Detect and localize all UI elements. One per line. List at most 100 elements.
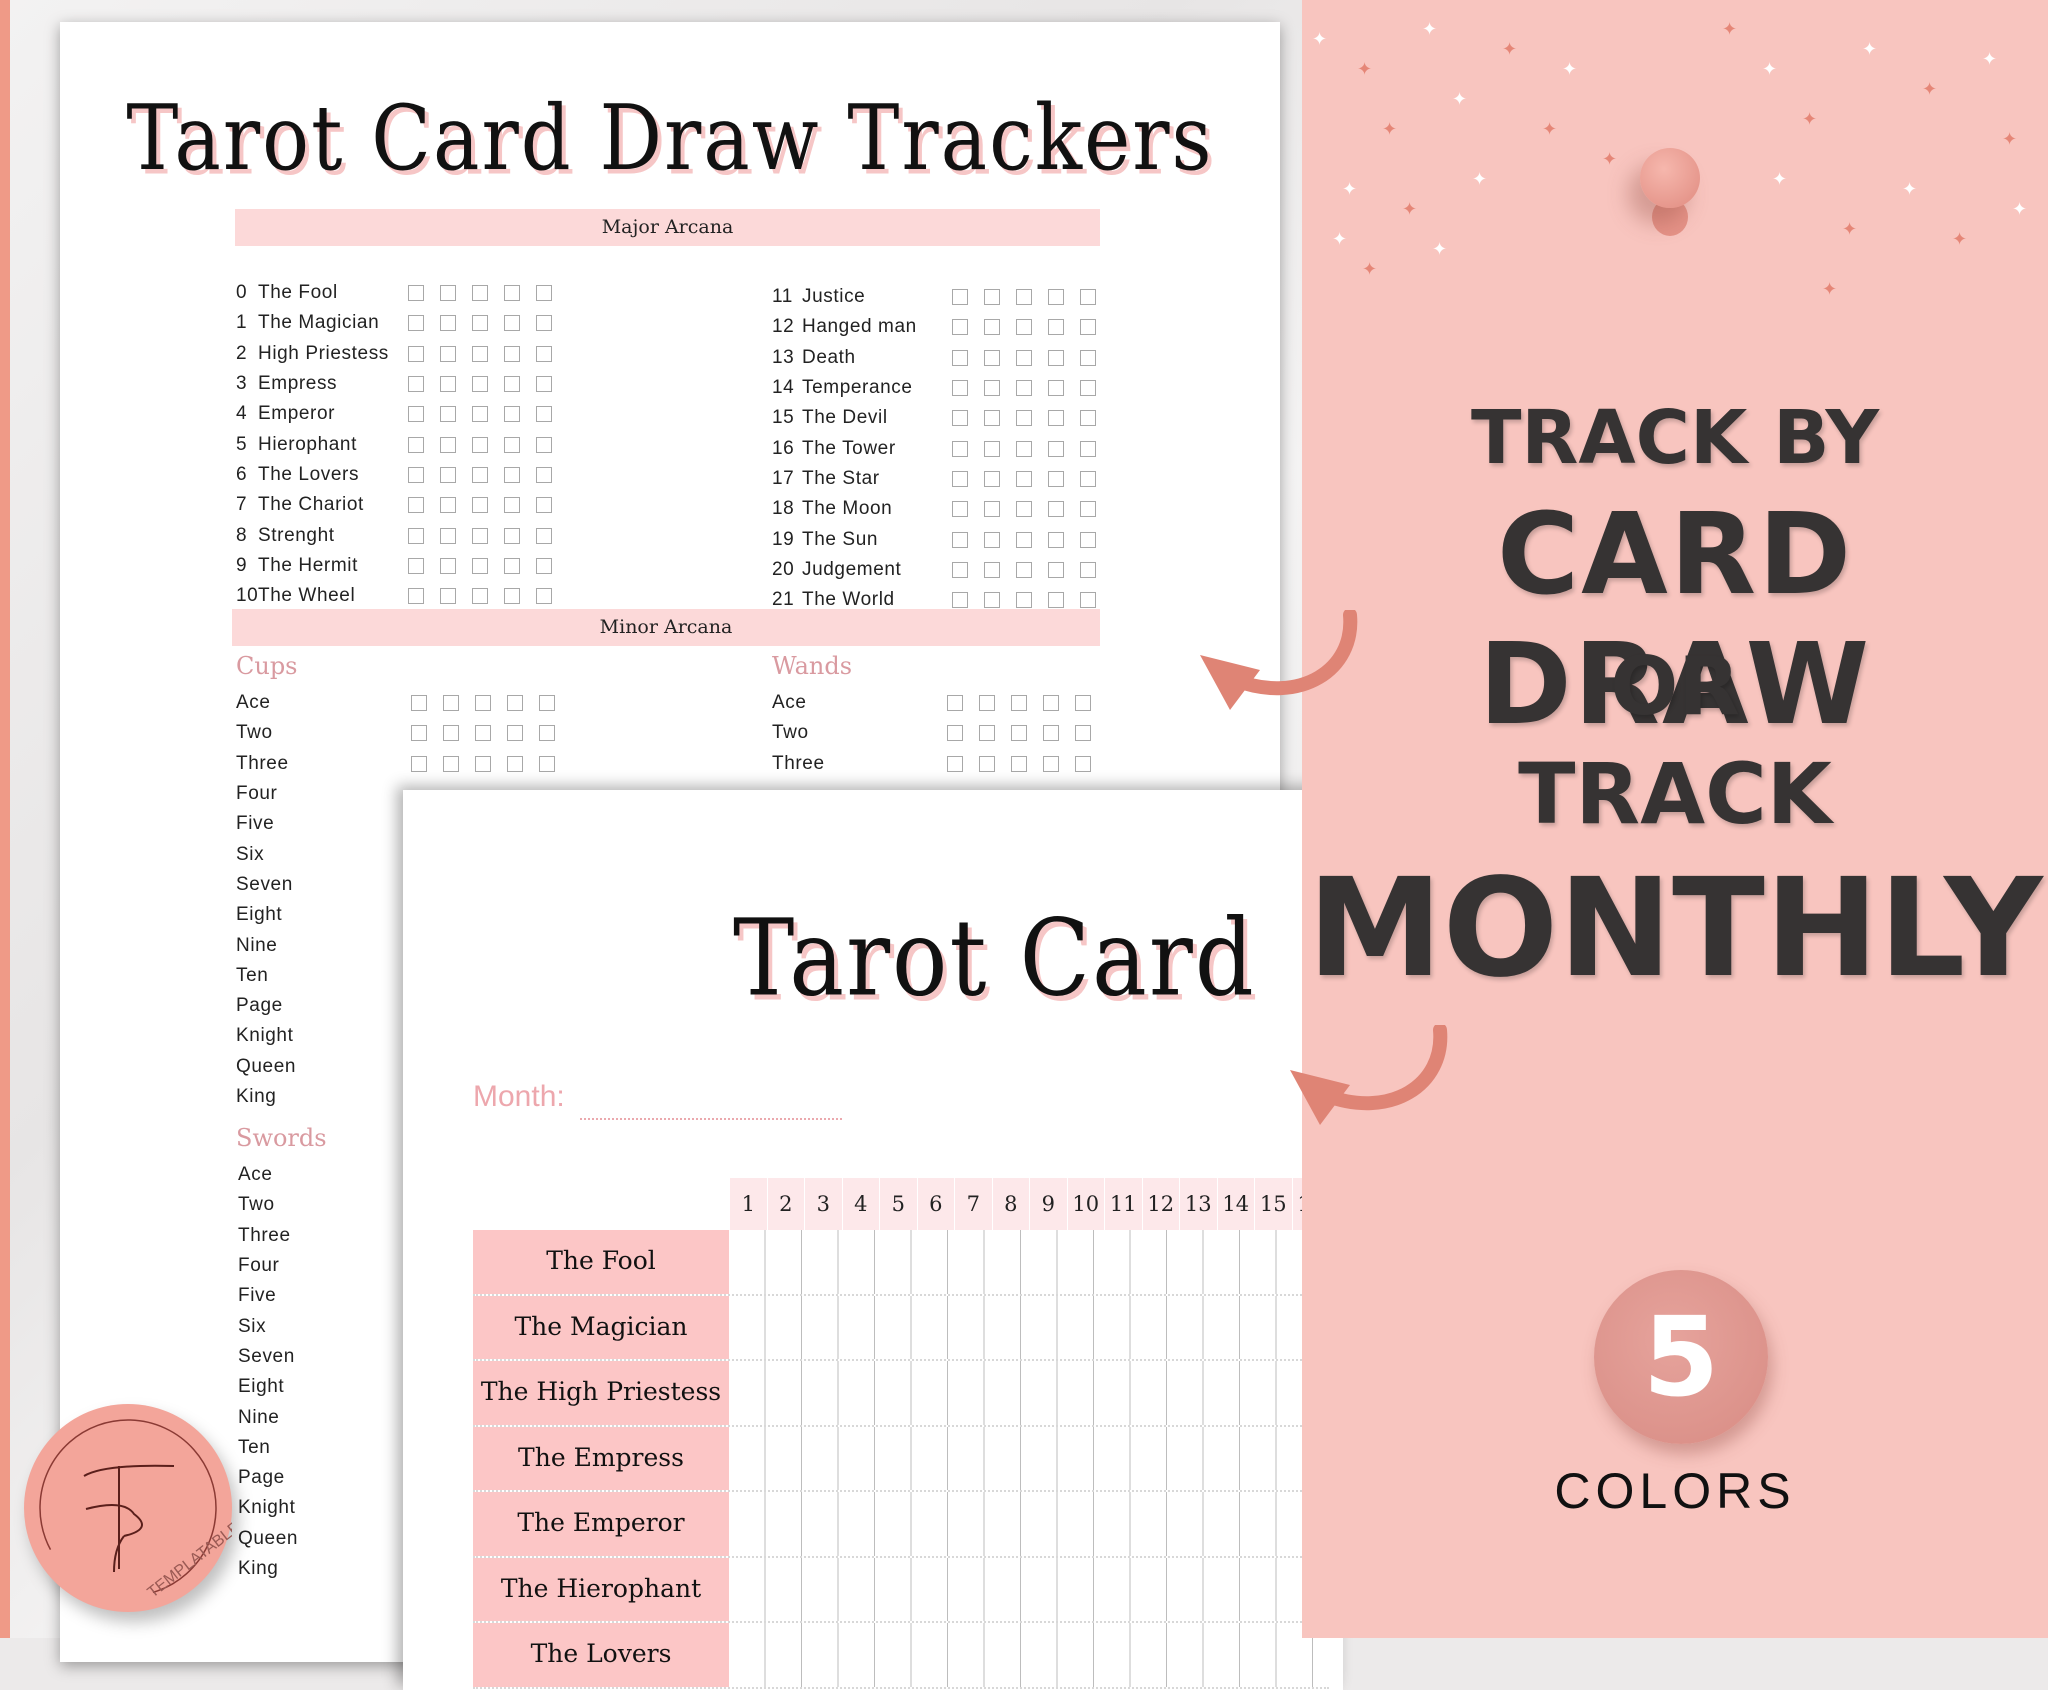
checkbox[interactable] — [536, 376, 552, 393]
checkbox[interactable] — [440, 315, 456, 332]
checkbox[interactable] — [1016, 531, 1032, 548]
checkbox[interactable] — [1048, 319, 1064, 336]
checkbox[interactable] — [1011, 725, 1027, 742]
checkbox[interactable] — [504, 345, 520, 362]
checkbox[interactable] — [536, 436, 552, 453]
checkbox[interactable] — [984, 531, 1000, 548]
checkbox[interactable] — [440, 406, 456, 423]
checkbox[interactable] — [1016, 380, 1032, 397]
checkbox[interactable] — [984, 561, 1000, 578]
checkbox[interactable] — [472, 315, 488, 332]
checkbox[interactable] — [1048, 410, 1064, 427]
tracker-day-cells[interactable] — [729, 1230, 1329, 1294]
checkbox[interactable] — [408, 497, 424, 514]
checkbox[interactable] — [1011, 755, 1027, 772]
checkbox[interactable] — [408, 345, 424, 362]
checkbox[interactable] — [440, 466, 456, 483]
checkbox[interactable] — [947, 725, 963, 742]
checkbox[interactable] — [504, 285, 520, 302]
checkbox[interactable] — [952, 380, 968, 397]
checkbox[interactable] — [952, 501, 968, 518]
checkbox[interactable] — [472, 406, 488, 423]
checkbox[interactable] — [1043, 755, 1059, 772]
checkbox[interactable] — [947, 695, 963, 712]
checkbox[interactable] — [440, 345, 456, 362]
checkbox[interactable] — [1048, 440, 1064, 457]
checkbox[interactable] — [952, 289, 968, 306]
checkbox[interactable] — [1048, 380, 1064, 397]
checkbox[interactable] — [984, 349, 1000, 366]
checkbox[interactable] — [504, 315, 520, 332]
checkbox[interactable] — [952, 319, 968, 336]
checkbox[interactable] — [475, 695, 491, 712]
checkbox[interactable] — [443, 695, 459, 712]
checkbox[interactable] — [440, 588, 456, 605]
checkbox[interactable] — [504, 497, 520, 514]
checkbox[interactable] — [1048, 561, 1064, 578]
tracker-day-cells[interactable] — [729, 1492, 1329, 1556]
checkbox[interactable] — [1043, 725, 1059, 742]
checkbox[interactable] — [952, 531, 968, 548]
checkbox[interactable] — [1080, 470, 1096, 487]
checkbox[interactable] — [1080, 531, 1096, 548]
checkbox[interactable] — [504, 466, 520, 483]
checkbox[interactable] — [539, 755, 555, 772]
tracker-day-cells[interactable] — [729, 1426, 1329, 1490]
checkbox[interactable] — [472, 497, 488, 514]
checkbox[interactable] — [472, 285, 488, 302]
checkbox[interactable] — [411, 725, 427, 742]
checkbox[interactable] — [440, 436, 456, 453]
checkbox[interactable] — [952, 561, 968, 578]
checkbox[interactable] — [507, 695, 523, 712]
checkbox[interactable] — [984, 470, 1000, 487]
checkbox[interactable] — [1080, 592, 1096, 609]
checkbox[interactable] — [1048, 289, 1064, 306]
checkbox[interactable] — [472, 436, 488, 453]
checkbox[interactable] — [408, 466, 424, 483]
checkbox[interactable] — [1075, 695, 1091, 712]
checkbox[interactable] — [440, 285, 456, 302]
tracker-day-cells[interactable] — [729, 1557, 1329, 1621]
checkbox[interactable] — [472, 376, 488, 393]
checkbox[interactable] — [408, 436, 424, 453]
checkbox[interactable] — [475, 755, 491, 772]
checkbox[interactable] — [507, 755, 523, 772]
checkbox[interactable] — [539, 695, 555, 712]
checkbox[interactable] — [539, 725, 555, 742]
checkbox[interactable] — [1048, 501, 1064, 518]
checkbox[interactable] — [952, 592, 968, 609]
checkbox[interactable] — [504, 406, 520, 423]
checkbox[interactable] — [536, 497, 552, 514]
checkbox[interactable] — [472, 527, 488, 544]
checkbox[interactable] — [979, 725, 995, 742]
checkbox[interactable] — [443, 725, 459, 742]
checkbox[interactable] — [984, 319, 1000, 336]
checkbox[interactable] — [475, 725, 491, 742]
checkbox[interactable] — [984, 289, 1000, 306]
month-input-line[interactable] — [580, 1118, 842, 1120]
checkbox[interactable] — [472, 466, 488, 483]
checkbox[interactable] — [507, 725, 523, 742]
checkbox[interactable] — [952, 470, 968, 487]
checkbox[interactable] — [472, 557, 488, 574]
checkbox[interactable] — [536, 406, 552, 423]
checkbox[interactable] — [408, 588, 424, 605]
checkbox[interactable] — [504, 436, 520, 453]
checkbox[interactable] — [411, 695, 427, 712]
checkbox[interactable] — [1080, 440, 1096, 457]
checkbox[interactable] — [952, 349, 968, 366]
checkbox[interactable] — [1080, 561, 1096, 578]
checkbox[interactable] — [440, 497, 456, 514]
checkbox[interactable] — [408, 315, 424, 332]
checkbox[interactable] — [504, 376, 520, 393]
checkbox[interactable] — [1080, 349, 1096, 366]
checkbox[interactable] — [1048, 470, 1064, 487]
checkbox[interactable] — [1016, 319, 1032, 336]
checkbox[interactable] — [1048, 531, 1064, 548]
checkbox[interactable] — [408, 285, 424, 302]
checkbox[interactable] — [1016, 289, 1032, 306]
checkbox[interactable] — [1043, 695, 1059, 712]
checkbox[interactable] — [984, 440, 1000, 457]
checkbox[interactable] — [1080, 319, 1096, 336]
checkbox[interactable] — [504, 557, 520, 574]
